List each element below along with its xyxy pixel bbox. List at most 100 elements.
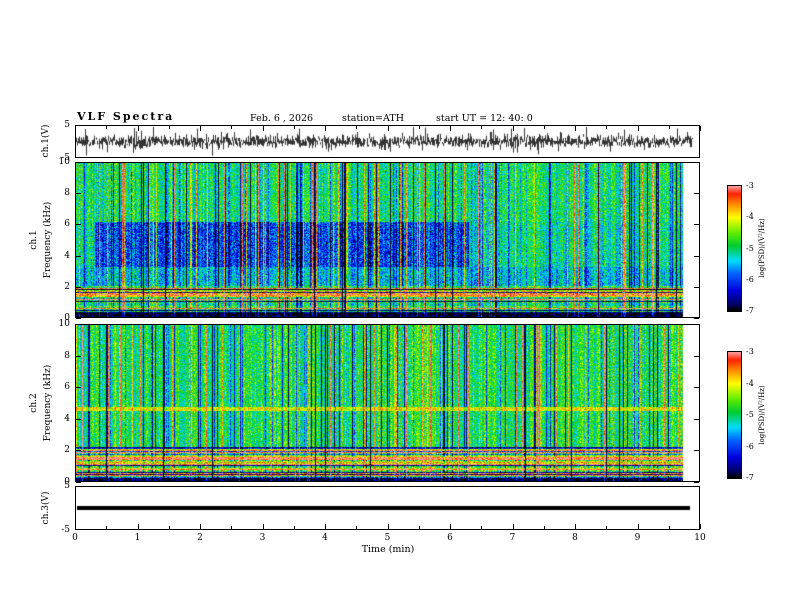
- tick-mark: [106, 126, 107, 129]
- tick-mark: [76, 450, 81, 451]
- tick-mark: [76, 256, 81, 257]
- tick-mark: [700, 126, 701, 131]
- ch1-spectrogram-panel: [75, 162, 700, 318]
- freq-tick-label: 2: [64, 281, 70, 292]
- colorbar-tick-label: -5: [746, 410, 754, 419]
- tick-mark: [138, 126, 139, 131]
- tick-mark: [388, 126, 389, 131]
- ch1-spec-frequency-label: Frequency (kHz): [43, 201, 53, 279]
- volt-tick-label: -5: [61, 153, 70, 163]
- tick-mark: [694, 318, 699, 319]
- colorbar-tick-label: -6: [746, 274, 754, 284]
- tick-mark: [694, 387, 699, 388]
- tick-mark: [669, 526, 670, 529]
- tick-mark: [513, 524, 514, 529]
- colorbar-tick-label: -4: [746, 378, 754, 388]
- freq-tick-label: 4: [64, 413, 70, 424]
- tick-mark: [700, 524, 701, 529]
- figure-title: VLF Spectra: [77, 110, 175, 123]
- colorbar-ch2: [727, 351, 742, 479]
- ch2-spec-channel-label: ch.2: [29, 393, 39, 413]
- ch3-wave-ylabel: ch.3(V): [41, 491, 51, 525]
- time-tick-label: 8: [572, 533, 578, 543]
- time-tick-label: 3: [259, 533, 266, 543]
- tick-mark: [419, 526, 420, 529]
- tick-mark: [694, 256, 699, 257]
- tick-mark: [694, 193, 699, 194]
- ch2-spec-frequency-label: Frequency (kHz): [43, 364, 53, 442]
- tick-mark: [638, 126, 639, 131]
- volt-tick-label: 5: [64, 120, 70, 130]
- time-tick-label: 1: [134, 533, 141, 543]
- tick-mark: [106, 526, 107, 529]
- ch1-spectrogram-canvas: [76, 163, 699, 317]
- tick-mark: [694, 224, 699, 225]
- freq-tick-label: 10: [58, 319, 70, 329]
- tick-mark: [356, 126, 357, 129]
- colorbar-tick-label: -6: [746, 441, 754, 451]
- time-tick-label: 4: [322, 533, 328, 543]
- colorbar-tick-label: -4: [746, 212, 754, 222]
- tick-mark: [694, 450, 699, 451]
- freq-tick-label: 6: [64, 219, 70, 230]
- tick-mark: [231, 526, 232, 529]
- tick-mark: [76, 356, 81, 357]
- colorbar-tick-label: -3: [746, 347, 754, 356]
- tick-mark: [694, 419, 699, 420]
- colorbar-ch1: [727, 185, 742, 312]
- colorbar-tick-label: -5: [746, 243, 754, 253]
- figure-station: station=ATH: [342, 113, 404, 124]
- colorbar-tick-label: -3: [746, 181, 754, 190]
- time-tick-label: 7: [509, 533, 516, 543]
- tick-mark: [76, 318, 81, 319]
- tick-mark: [75, 524, 76, 529]
- tick-mark: [388, 524, 389, 529]
- freq-tick-label: 6: [64, 382, 70, 393]
- time-tick-label: 5: [384, 533, 391, 543]
- tick-mark: [575, 524, 576, 529]
- tick-mark: [169, 126, 170, 129]
- colorbar-tick-label: -7: [746, 473, 754, 482]
- tick-mark: [138, 524, 139, 529]
- ch3-waveform-canvas: [76, 487, 699, 529]
- tick-mark: [76, 287, 81, 288]
- tick-mark: [76, 162, 81, 163]
- tick-mark: [606, 526, 607, 529]
- tick-mark: [694, 287, 699, 288]
- tick-mark: [356, 526, 357, 529]
- colorbar-ch2-canvas: [728, 352, 741, 478]
- tick-mark: [76, 224, 81, 225]
- time-axis-label: Time (min): [361, 544, 415, 555]
- tick-mark: [694, 482, 699, 483]
- tick-mark: [75, 126, 76, 131]
- tick-mark: [450, 126, 451, 131]
- time-tick-label: 2: [197, 533, 203, 543]
- time-tick-label: 10: [694, 533, 706, 543]
- figure-date: Feb. 6 , 2026: [250, 113, 314, 124]
- tick-mark: [325, 524, 326, 529]
- tick-mark: [294, 126, 295, 129]
- tick-mark: [575, 126, 576, 131]
- freq-tick-label: 8: [64, 350, 70, 361]
- tick-mark: [76, 482, 81, 483]
- tick-mark: [669, 126, 670, 129]
- tick-mark: [169, 526, 170, 529]
- ch1-spec-channel-label: ch.1: [29, 230, 39, 250]
- volt-tick-label: -5: [61, 525, 70, 535]
- tick-mark: [638, 524, 639, 529]
- tick-mark: [419, 126, 420, 129]
- colorbar-tick-label: -7: [746, 306, 754, 315]
- tick-mark: [200, 126, 201, 131]
- tick-mark: [200, 524, 201, 529]
- tick-mark: [76, 419, 81, 420]
- colorbar-ch1-canvas: [728, 186, 741, 311]
- tick-mark: [606, 126, 607, 129]
- tick-mark: [450, 524, 451, 529]
- tick-mark: [263, 524, 264, 529]
- tick-mark: [294, 526, 295, 529]
- tick-mark: [694, 162, 699, 163]
- tick-mark: [544, 526, 545, 529]
- freq-tick-label: 8: [64, 188, 70, 199]
- freq-tick-label: 2: [64, 445, 70, 456]
- tick-mark: [325, 126, 326, 131]
